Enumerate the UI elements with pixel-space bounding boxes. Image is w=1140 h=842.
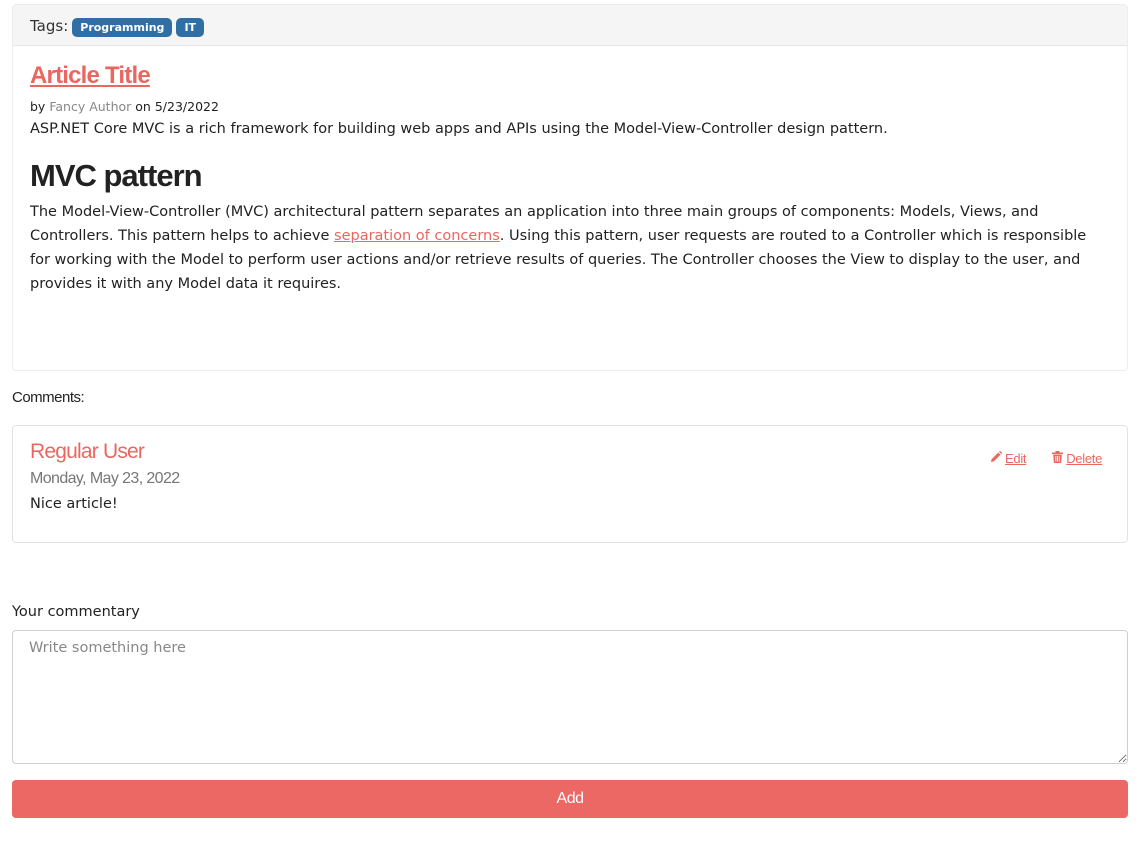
comment-card: Regular User Monday, May 23, 2022 Nice a… [12,425,1128,543]
commentary-textarea[interactable] [12,630,1128,764]
comment-user: Regular User [30,440,145,463]
delete-comment-link[interactable]: Delete [1052,451,1102,466]
page: Tags: Programming IT Article Title by Fa… [12,4,1128,818]
tag-it[interactable]: IT [176,18,205,37]
comment-text: Nice article! [30,496,118,512]
add-comment-button[interactable]: Add [12,780,1128,818]
article-title[interactable]: Article Title [30,60,1110,92]
byline: by Fancy Author on 5/23/2022 [30,99,1110,115]
comments-label: Comments: [12,389,85,406]
tag-programming[interactable]: Programming [72,18,173,37]
edit-label: Edit [1005,451,1027,466]
article-summary: ASP.NET Core MVC is a rich framework for… [30,121,888,137]
article-body: Article Title by Fancy Author on 5/23/20… [13,46,1127,296]
author-name: Fancy Author [49,99,132,114]
byline-on: on [135,99,151,114]
section-heading: MVC pattern [30,158,203,193]
trash-icon [1052,451,1064,466]
tags-bar: Tags: Programming IT [13,5,1127,46]
separation-of-concerns-link[interactable]: separation of concerns [334,228,500,244]
comment-date: Monday, May 23, 2022 [30,470,180,487]
section-text: The Model-View-Controller (MVC) architec… [30,200,1110,296]
article-card: Tags: Programming IT Article Title by Fa… [12,4,1128,371]
commentary-label: Your commentary [12,604,140,620]
edit-comment-link[interactable]: Edit [990,450,1027,466]
pencil-icon [990,450,1003,466]
publish-date: 5/23/2022 [154,99,219,114]
tags-label: Tags: [30,17,69,35]
comment-actions: Edit Delete [990,450,1102,466]
byline-by: by [30,99,46,114]
delete-label: Delete [1066,451,1102,466]
